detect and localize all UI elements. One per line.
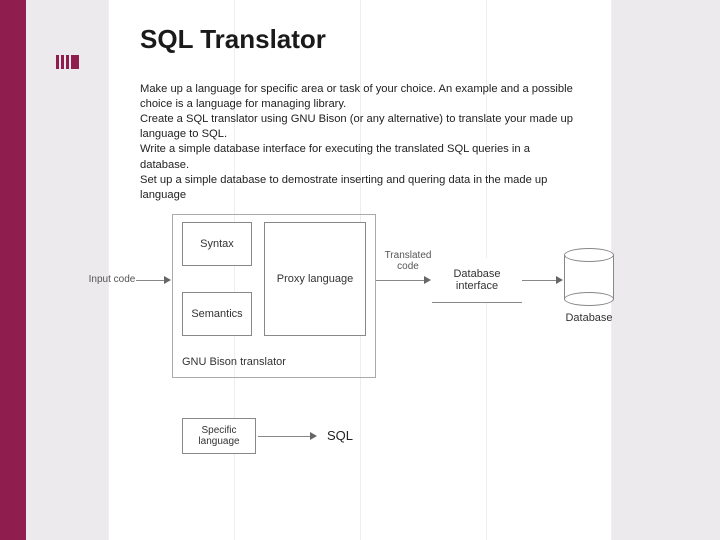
brand-stripe (0, 0, 26, 540)
arrow-input-head (164, 276, 171, 284)
translator-caption: GNU Bison translator (182, 356, 342, 368)
translated-code-label: Translated code (380, 250, 436, 272)
architecture-diagram: Input code Syntax Semantics Proxy langua… (96, 208, 636, 488)
specific-language-box: Specific language (182, 418, 256, 454)
database-icon (564, 248, 614, 306)
semantics-label: Semantics (191, 308, 242, 320)
syntax-label: Syntax (200, 238, 234, 250)
proxy-label: Proxy language (277, 273, 353, 285)
database-label: Database (554, 312, 624, 324)
arrow-db-head (556, 276, 563, 284)
proxy-box: Proxy language (264, 222, 366, 336)
arrow-input (136, 280, 166, 281)
arrow-sql-head (310, 432, 317, 440)
db-interface-box: Database interface (432, 258, 522, 302)
specific-language-label: Specific language (183, 425, 255, 447)
db-interface-label: Database interface (432, 268, 522, 292)
arrow-db (522, 280, 558, 281)
slide-title: SQL Translator (140, 24, 326, 55)
arrow-sql (258, 436, 312, 437)
syntax-box: Syntax (182, 222, 252, 266)
paragraph: Make up a language for specific area or … (140, 82, 582, 112)
arrow-translated-head (424, 276, 431, 284)
brand-logo (56, 52, 90, 72)
arrow-translated (376, 280, 426, 281)
paragraph: Set up a simple database to demostrate i… (140, 173, 582, 203)
input-code-label: Input code (88, 274, 136, 285)
db-interface-underline (432, 302, 522, 303)
paragraph: Create a SQL translator using GNU Bison … (140, 112, 582, 142)
paragraph: Write a simple database interface for ex… (140, 142, 582, 172)
slide-body: Make up a language for specific area or … (140, 82, 582, 203)
semantics-box: Semantics (182, 292, 252, 336)
sql-label: SQL (320, 428, 360, 443)
